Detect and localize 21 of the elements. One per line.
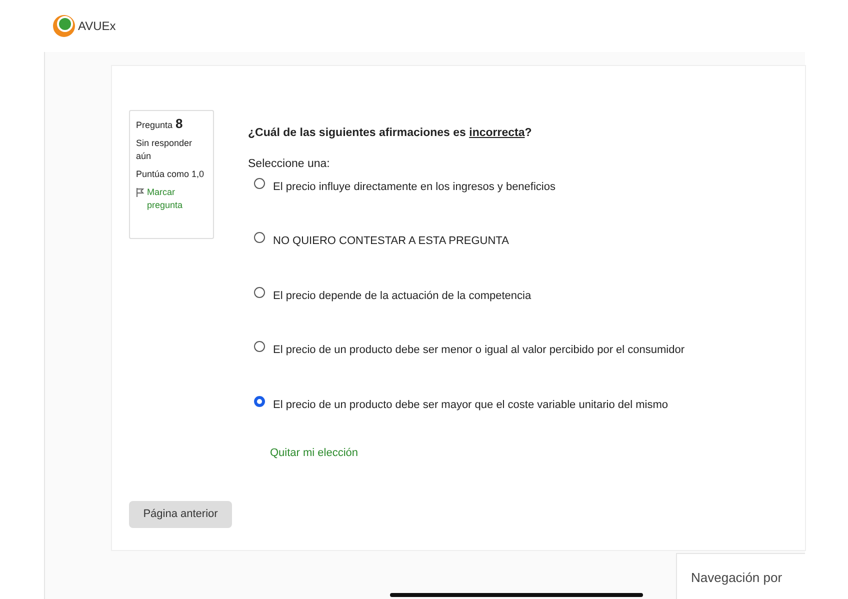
answer-status: Sin responder aún [136,137,194,163]
radio-button[interactable] [254,232,265,243]
flag-icon [136,188,145,197]
radio-button[interactable] [254,396,265,406]
radio-button[interactable] [254,286,265,298]
question-label: Pregunta [136,119,173,132]
answer-option[interactable]: El precio depende de la actuación de la competencia [254,286,685,340]
question-number: 8 [176,117,183,130]
answer-option[interactable]: El precio de un producto debe ser menor o igual al valor percibido por el consumidor [254,340,685,394]
logo-icon [52,14,76,38]
question-text: ¿Cuál de las siguientes afirmaciones es incorrecta? [248,126,533,141]
answer-option[interactable]: NO QUIERO CONTESTAR A ESTA PREGUNTA [254,231,685,286]
logo-text: AVUEx [78,18,116,35]
radio-button[interactable] [254,178,265,188]
select-prompt: Seleccione una: [248,157,331,172]
radio-button[interactable] [254,341,265,352]
previous-page-button[interactable]: Página anterior [129,500,232,528]
question-grade: Puntúa como 1,0 [136,168,206,181]
panel-title: Navegación por [691,570,782,585]
flag-question-link[interactable]: Marcar pregunta [136,186,207,212]
answer-option[interactable]: El precio influye directamente en los ingresos y beneficios [254,176,685,231]
